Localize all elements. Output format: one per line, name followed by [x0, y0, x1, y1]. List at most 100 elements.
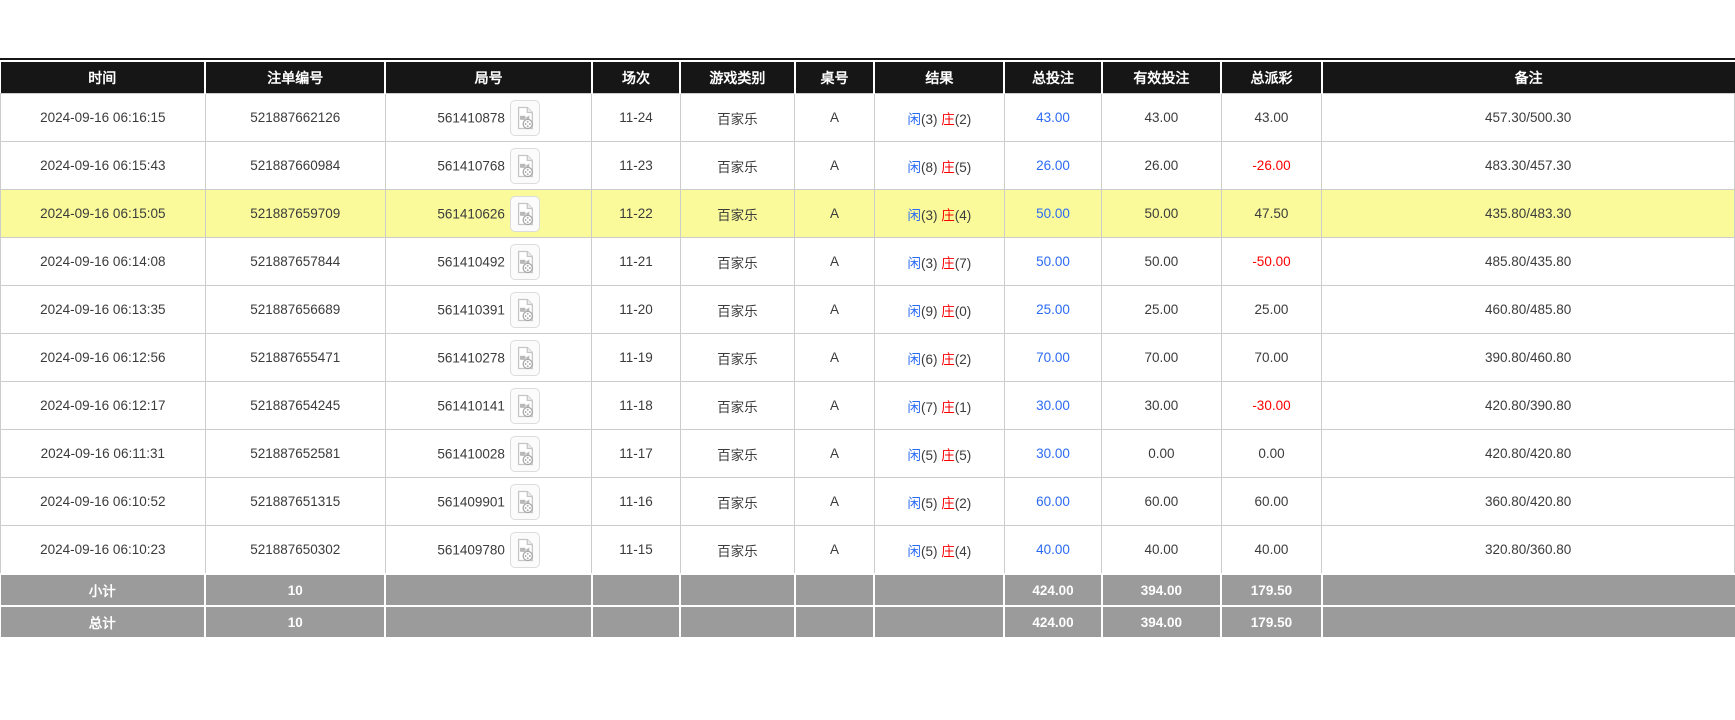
table-no-cell: A	[795, 190, 875, 238]
video-replay-button[interactable]	[510, 532, 540, 568]
table-row-10[interactable]: 2024-09-16 06:10:23521887650302561409780…	[1, 526, 1735, 575]
bet-id-cell: 521887652581	[205, 430, 385, 478]
banker-result-score: (2)	[955, 352, 972, 367]
valid-bet-cell: 70.00	[1102, 334, 1222, 382]
video-record-icon	[514, 105, 536, 131]
result-cell: 闲(3) 庄(2)	[874, 94, 1004, 142]
banker-result-label: 庄	[941, 208, 955, 223]
subtotal-row: 小计10424.00394.00179.50	[1, 574, 1735, 606]
table-row-1[interactable]: 2024-09-16 06:16:15521887662126561410878…	[1, 94, 1735, 142]
banker-result-score: (5)	[955, 160, 972, 175]
video-replay-button[interactable]	[510, 436, 540, 472]
result-cell: 闲(8) 庄(5)	[874, 142, 1004, 190]
valid-bet-cell: 0.00	[1102, 430, 1222, 478]
round-id-cell: 561410391	[385, 286, 591, 334]
column-header-time: 时间	[1, 62, 206, 94]
payout-cell: 0.00	[1221, 430, 1322, 478]
table-row-4[interactable]: 2024-09-16 06:14:08521887657844561410492…	[1, 238, 1735, 286]
remark-cell: 390.80/460.80	[1322, 334, 1735, 382]
player-result-label: 闲	[908, 112, 922, 127]
video-record-icon	[514, 249, 536, 275]
bet-id-cell: 521887655471	[205, 334, 385, 382]
video-replay-button[interactable]	[510, 484, 540, 520]
column-header-table-no: 桌号	[795, 62, 875, 94]
banker-result-label: 庄	[941, 304, 955, 319]
result-cell: 闲(3) 庄(4)	[874, 190, 1004, 238]
valid-bet-cell: 40.00	[1102, 526, 1222, 575]
round-id-cell: 561410141	[385, 382, 591, 430]
round-id: 561410878	[437, 110, 505, 125]
time-cell: 2024-09-16 06:13:35	[1, 286, 206, 334]
table-row-3[interactable]: 2024-09-16 06:15:05521887659709561410626…	[1, 190, 1735, 238]
payout-cell: -50.00	[1221, 238, 1322, 286]
video-record-icon	[514, 201, 536, 227]
video-replay-button[interactable]	[510, 388, 540, 424]
player-result-label: 闲	[908, 160, 922, 175]
payout-cell: 43.00	[1221, 94, 1322, 142]
session-cell: 11-17	[592, 430, 680, 478]
subtotal-payout-cell: 179.50	[1221, 574, 1322, 606]
time-cell: 2024-09-16 06:10:23	[1, 526, 206, 575]
table-row-5[interactable]: 2024-09-16 06:13:35521887656689561410391…	[1, 286, 1735, 334]
total-empty-cell	[385, 606, 591, 638]
column-header-bet-id: 注单编号	[205, 62, 385, 94]
table-row-2[interactable]: 2024-09-16 06:15:43521887660984561410768…	[1, 142, 1735, 190]
round-id: 561410768	[437, 158, 505, 173]
payout-cell: -30.00	[1221, 382, 1322, 430]
subtotal-label-cell: 小计	[1, 574, 206, 606]
game-type-cell: 百家乐	[680, 286, 794, 334]
total-empty-cell	[1322, 606, 1735, 638]
player-result-score: (6)	[921, 352, 938, 367]
video-replay-button[interactable]	[510, 100, 540, 136]
subtotal-empty-cell	[874, 574, 1004, 606]
result-cell: 闲(7) 庄(1)	[874, 382, 1004, 430]
subtotal-empty-cell	[795, 574, 875, 606]
subtotal-total-bet-cell: 424.00	[1004, 574, 1101, 606]
player-result-label: 闲	[908, 400, 922, 415]
total-bet-cell: 70.00	[1004, 334, 1101, 382]
banker-result-label: 庄	[941, 400, 955, 415]
video-record-icon	[514, 153, 536, 179]
video-replay-button[interactable]	[510, 292, 540, 328]
bet-id-cell: 521887650302	[205, 526, 385, 575]
table-row-6[interactable]: 2024-09-16 06:12:56521887655471561410278…	[1, 334, 1735, 382]
player-result-label: 闲	[908, 496, 922, 511]
total-bet-cell: 30.00	[1004, 382, 1101, 430]
table-row-8[interactable]: 2024-09-16 06:11:31521887652581561410028…	[1, 430, 1735, 478]
round-id-cell: 561410878	[385, 94, 591, 142]
bet-records-table: 时间注单编号局号场次游戏类别桌号结果总投注有效投注总派彩备注 2024-09-1…	[0, 62, 1735, 639]
video-replay-button[interactable]	[510, 244, 540, 280]
round-id: 561410141	[437, 398, 505, 413]
game-type-cell: 百家乐	[680, 430, 794, 478]
bet-records-panel: 时间注单编号局号场次游戏类别桌号结果总投注有效投注总派彩备注 2024-09-1…	[0, 58, 1735, 639]
video-replay-button[interactable]	[510, 340, 540, 376]
player-result-score: (3)	[921, 256, 938, 271]
game-type-cell: 百家乐	[680, 142, 794, 190]
table-row-7[interactable]: 2024-09-16 06:12:17521887654245561410141…	[1, 382, 1735, 430]
player-result-score: (8)	[921, 160, 938, 175]
table-row-9[interactable]: 2024-09-16 06:10:52521887651315561409901…	[1, 478, 1735, 526]
round-id-cell: 561410492	[385, 238, 591, 286]
remark-cell: 360.80/420.80	[1322, 478, 1735, 526]
player-result-label: 闲	[908, 208, 922, 223]
video-record-icon	[514, 297, 536, 323]
banker-result-label: 庄	[941, 112, 955, 127]
game-type-cell: 百家乐	[680, 382, 794, 430]
valid-bet-cell: 30.00	[1102, 382, 1222, 430]
payout-cell: 60.00	[1221, 478, 1322, 526]
valid-bet-cell: 26.00	[1102, 142, 1222, 190]
column-header-round-id: 局号	[385, 62, 591, 94]
table-no-cell: A	[795, 430, 875, 478]
session-cell: 11-20	[592, 286, 680, 334]
remark-cell: 457.30/500.30	[1322, 94, 1735, 142]
banker-result-score: (2)	[955, 496, 972, 511]
video-replay-button[interactable]	[510, 148, 540, 184]
session-cell: 11-23	[592, 142, 680, 190]
total-row: 总计10424.00394.00179.50	[1, 606, 1735, 638]
video-replay-button[interactable]	[510, 196, 540, 232]
player-result-label: 闲	[908, 304, 922, 319]
time-cell: 2024-09-16 06:12:56	[1, 334, 206, 382]
time-cell: 2024-09-16 06:16:15	[1, 94, 206, 142]
bet-id-cell: 521887651315	[205, 478, 385, 526]
remark-cell: 320.80/360.80	[1322, 526, 1735, 575]
